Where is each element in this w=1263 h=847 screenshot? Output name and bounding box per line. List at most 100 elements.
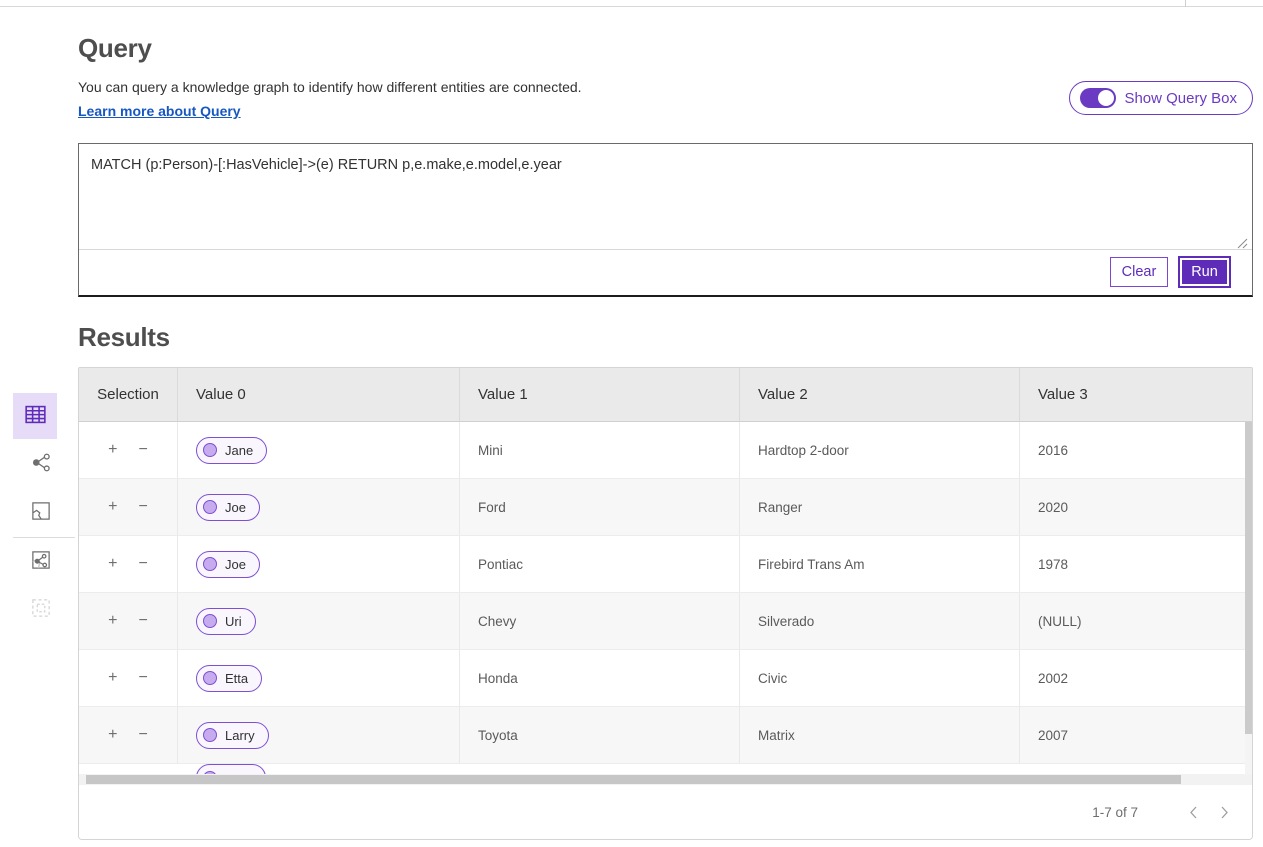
entity-cell: Joe [178,479,460,535]
entity-icon [203,614,217,628]
resize-handle-icon[interactable] [1237,236,1248,254]
column-header-value2: Value 2 [740,368,1020,421]
remove-from-selection-button[interactable]: − [137,497,150,517]
entity-cell: Etta [178,650,460,706]
selection-cell: + − [79,479,178,535]
sidebar-item-link-chart[interactable] [29,452,53,476]
entity-cell: Larry [178,707,460,763]
entity-icon [203,728,217,742]
add-to-selection-button[interactable]: + [106,725,119,745]
value2-cell: Hardtop 2-door [740,422,1020,478]
add-to-selection-button[interactable]: + [106,668,119,688]
top-pane-divider [1185,0,1186,7]
add-to-map-icon [31,550,51,573]
selection-cell: + − [79,593,178,649]
table-row: + − Uri Chevy Silverado (NULL) [79,593,1252,650]
query-input[interactable]: MATCH (p:Person)-[:HasVehicle]->(e) RETU… [79,144,1252,250]
value3-cell: 2016 [1020,422,1252,478]
horizontal-scrollbar-thumb[interactable] [86,775,1181,784]
add-to-selection-button[interactable]: + [106,497,119,517]
entity-pill[interactable]: Larry [196,722,269,749]
toggle-knob [1098,90,1114,106]
toggle-label: Show Query Box [1124,90,1237,107]
selection-cell: + − [79,536,178,592]
table-row: + − Joe Pontiac Firebird Trans Am 1978 [79,536,1252,593]
value1-cell: Chevy [460,593,740,649]
add-to-selection-button[interactable]: + [106,554,119,574]
previous-page-button[interactable] [1180,799,1206,825]
value1-cell: Ford [460,479,740,535]
sidebar-item-selection-tool [29,597,53,621]
entity-pill[interactable]: Joe [196,494,260,521]
value1-cell: Toyota [460,707,740,763]
remove-from-selection-button[interactable]: − [137,725,150,745]
query-page: Query You can query a knowledge graph to… [0,0,1263,847]
entity-icon [203,500,217,514]
value3-cell: (NULL) [1020,593,1252,649]
value3-cell: 1978 [1020,536,1252,592]
table-view-icon [24,403,47,429]
entity-pill-partial[interactable] [196,764,266,774]
value1-cell: Pontiac [460,536,740,592]
show-query-box-toggle[interactable]: Show Query Box [1069,81,1253,115]
value3-cell: 2020 [1020,479,1252,535]
pagination-label: 1-7 of 7 [1092,805,1138,820]
map-view-icon [31,501,51,524]
selection-tool-icon [31,598,51,621]
horizontal-scrollbar[interactable] [79,774,1252,785]
remove-from-selection-button[interactable]: − [137,440,150,460]
remove-from-selection-button[interactable]: − [137,611,150,631]
table-row: + − Etta Honda Civic 2002 [79,650,1252,707]
add-to-selection-button[interactable]: + [106,440,119,460]
learn-more-link[interactable]: Learn more about Query [78,103,241,119]
value3-cell: 2007 [1020,707,1252,763]
value2-cell: Silverado [740,593,1020,649]
entity-pill[interactable]: Etta [196,665,262,692]
value2-cell: Civic [740,650,1020,706]
table-row: + − Larry Toyota Matrix 2007 [79,707,1252,764]
toggle-switch-icon[interactable] [1080,88,1116,108]
entity-pill[interactable]: Uri [196,608,256,635]
query-box: MATCH (p:Person)-[:HasVehicle]->(e) RETU… [78,143,1253,297]
entity-pill[interactable]: Joe [196,551,260,578]
table-body: + − Jane Mini Hardtop 2-door 2016 + − Jo… [79,422,1252,774]
table-header-row: Selection Value 0 Value 1 Value 2 Value … [79,368,1252,422]
value3-cell: 2002 [1020,650,1252,706]
link-chart-icon [31,452,52,476]
table-row: + − Jane Mini Hardtop 2-door 2016 [79,422,1252,479]
results-table: Selection Value 0 Value 1 Value 2 Value … [78,367,1253,840]
sidebar-item-table-view[interactable] [13,393,57,439]
entity-cell: Joe [178,536,460,592]
selection-cell: + − [79,422,178,478]
next-page-button[interactable] [1212,799,1238,825]
value2-cell: Matrix [740,707,1020,763]
top-divider [0,6,1263,7]
value2-cell: Firebird Trans Am [740,536,1020,592]
table-footer: 1-7 of 7 [79,785,1252,839]
entity-cell: Jane [178,422,460,478]
remove-from-selection-button[interactable]: − [137,554,150,574]
page-title: Query [78,33,152,64]
entity-icon [203,671,217,685]
sidebar-item-add-to-map[interactable] [29,549,53,573]
value2-cell: Ranger [740,479,1020,535]
results-title: Results [78,322,170,353]
add-to-selection-button[interactable]: + [106,611,119,631]
run-button[interactable]: Run [1180,258,1229,286]
value1-cell: Mini [460,422,740,478]
page-description: You can query a knowledge graph to ident… [78,79,582,95]
selection-cell: + − [79,707,178,763]
vertical-scrollbar-thumb[interactable] [1245,422,1252,734]
remove-from-selection-button[interactable]: − [137,668,150,688]
column-header-value1: Value 1 [460,368,740,421]
clear-button[interactable]: Clear [1110,257,1168,287]
column-header-value3: Value 3 [1020,368,1252,421]
sidebar-item-map-view[interactable] [29,500,53,524]
entity-pill[interactable]: Jane [196,437,267,464]
selection-cell: + − [79,650,178,706]
entity-icon [203,443,217,457]
table-row-partial [79,764,1252,774]
column-header-selection: Selection [79,368,178,421]
vertical-scrollbar[interactable] [1245,422,1252,775]
query-actions: Clear Run [79,250,1252,294]
